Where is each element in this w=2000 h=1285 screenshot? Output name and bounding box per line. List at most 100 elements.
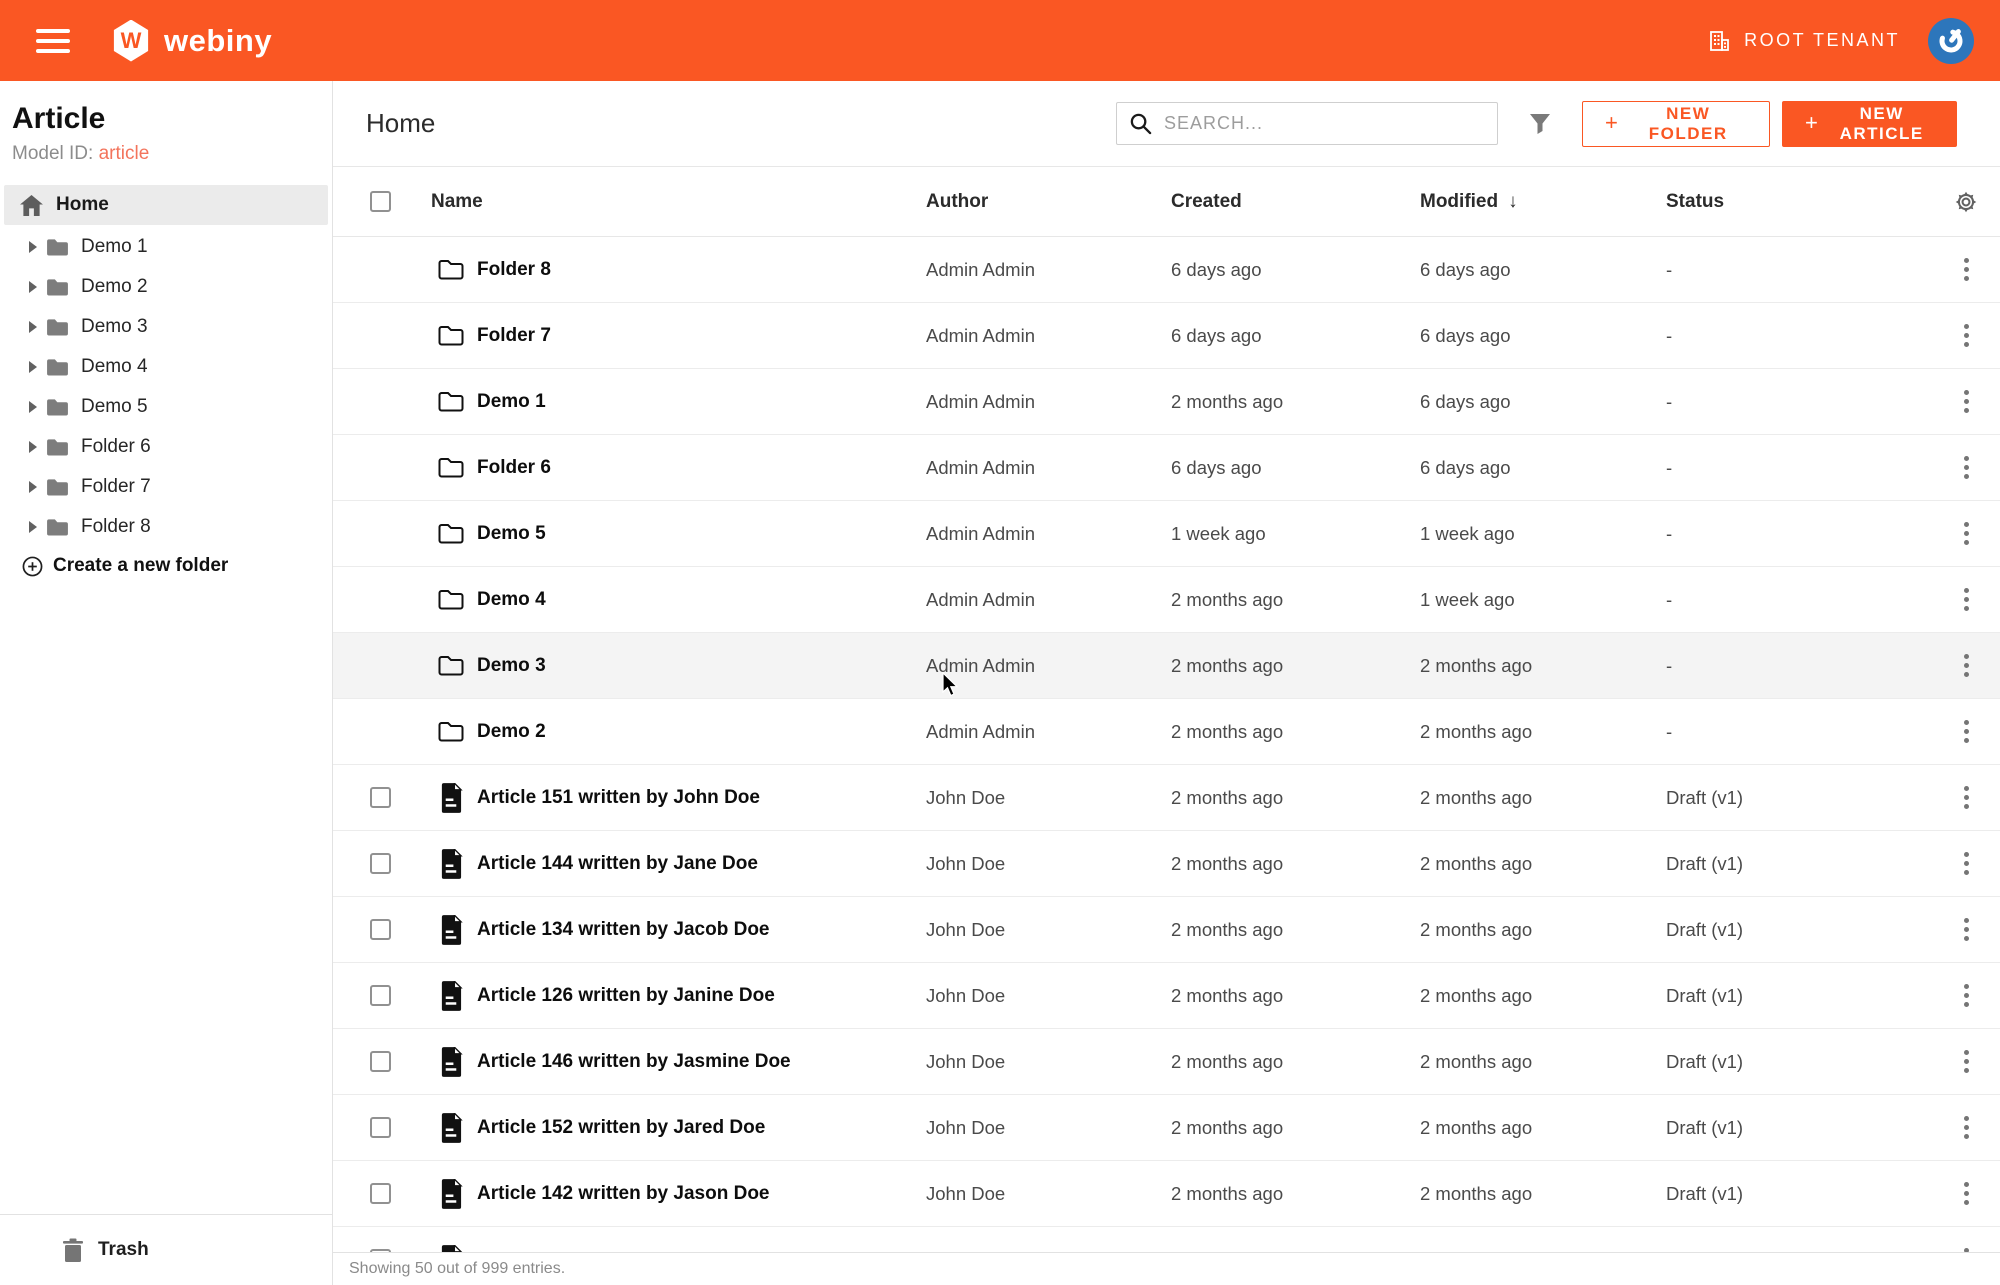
row-menu-kebab-icon[interactable] <box>1958 516 1975 551</box>
chevron-right-icon[interactable] <box>28 401 38 413</box>
table-row-article-134-written-by-jacob-doe[interactable]: Article 134 written by Jacob Doe John Do… <box>333 897 2000 963</box>
row-checkbox[interactable] <box>370 1051 391 1072</box>
folder-outline-icon <box>438 457 464 478</box>
table-row-article-142-written-by-jason-doe[interactable]: Article 142 written by Jason Doe John Do… <box>333 1161 2000 1227</box>
table-row-folder-8[interactable]: Folder 8 Admin Admin 6 days ago 6 days a… <box>333 237 2000 303</box>
entry-name[interactable]: Article 142 written by Jason Doe <box>477 1183 770 1205</box>
sidebar-tree-item-demo-2[interactable]: Demo 2 <box>0 267 332 307</box>
create-folder-label: Create a new folder <box>53 555 228 577</box>
table-row-article-152-written-by-jared-doe[interactable]: Article 152 written by Jared Doe John Do… <box>333 1095 2000 1161</box>
entry-author: Admin Admin <box>926 589 1171 611</box>
entry-name[interactable]: Demo 2 <box>477 721 546 743</box>
entry-author: Admin Admin <box>926 523 1171 545</box>
table-row-demo-3[interactable]: Demo 3 Admin Admin 2 months ago 2 months… <box>333 633 2000 699</box>
row-menu-kebab-icon[interactable] <box>1958 318 1975 353</box>
table-row-demo-1[interactable]: Demo 1 Admin Admin 2 months ago 6 days a… <box>333 369 2000 435</box>
sidebar-tree-item-demo-5[interactable]: Demo 5 <box>0 387 332 427</box>
table-row-article-151-written-by-john-doe[interactable]: Article 151 written by John Doe John Doe… <box>333 765 2000 831</box>
model-id-value[interactable]: article <box>99 143 150 164</box>
chevron-right-icon[interactable] <box>28 361 38 373</box>
column-header-modified[interactable]: Modified ↓ <box>1420 191 1666 213</box>
table-row-demo-4[interactable]: Demo 4 Admin Admin 2 months ago 1 week a… <box>333 567 2000 633</box>
select-all-checkbox[interactable] <box>370 191 391 212</box>
row-menu-kebab-icon[interactable] <box>1958 384 1975 419</box>
chevron-right-icon[interactable] <box>28 441 38 453</box>
sidebar-tree-item-demo-4[interactable]: Demo 4 <box>0 347 332 387</box>
column-header-status[interactable]: Status <box>1666 191 1932 213</box>
row-menu-kebab-icon[interactable] <box>1958 252 1975 287</box>
entry-name[interactable]: Article 126 written by Janine Doe <box>477 985 775 1007</box>
sidebar-tree-item-demo-1[interactable]: Demo 1 <box>0 227 332 267</box>
row-checkbox[interactable] <box>370 853 391 874</box>
tenant-selector[interactable]: ROOT TENANT <box>1707 29 1900 53</box>
entry-name[interactable]: Article 144 written by Jane Doe <box>477 853 758 875</box>
folder-filled-icon <box>46 318 69 336</box>
sidebar-tree-item-folder-7[interactable]: Folder 7 <box>0 467 332 507</box>
entry-name[interactable]: Article 134 written by Jacob Doe <box>477 919 770 941</box>
chevron-right-icon[interactable] <box>28 481 38 493</box>
entry-name[interactable]: Demo 3 <box>477 655 546 677</box>
row-menu-kebab-icon[interactable] <box>1958 450 1975 485</box>
row-menu-kebab-icon[interactable] <box>1958 1044 1975 1079</box>
row-menu-kebab-icon[interactable] <box>1958 1176 1975 1211</box>
table-row-demo-5[interactable]: Demo 5 Admin Admin 1 week ago 1 week ago… <box>333 501 2000 567</box>
hamburger-menu-icon[interactable] <box>36 29 70 53</box>
search-input[interactable] <box>1164 113 1485 134</box>
entry-list: Folder 8 Admin Admin 6 days ago 6 days a… <box>333 237 2000 1252</box>
entry-modified: 2 months ago <box>1420 721 1666 743</box>
entry-name[interactable]: Demo 5 <box>477 523 546 545</box>
sidebar-tree-item-folder-8[interactable]: Folder 8 <box>0 507 332 547</box>
table-row-article-126-written-by-janine-doe[interactable]: Article 126 written by Janine Doe John D… <box>333 963 2000 1029</box>
entry-name[interactable]: Article 146 written by Jasmine Doe <box>477 1051 791 1073</box>
entry-created: 2 months ago <box>1171 787 1420 809</box>
column-header-name[interactable]: Name <box>401 191 926 213</box>
entry-name[interactable]: Article 152 written by Jared Doe <box>477 1117 765 1139</box>
sidebar-item-home[interactable]: Home <box>4 185 328 225</box>
new-folder-button[interactable]: + NEW FOLDER <box>1582 101 1770 147</box>
row-menu-kebab-icon[interactable] <box>1958 582 1975 617</box>
table-row-partial[interactable] <box>333 1227 2000 1252</box>
table-row-folder-6[interactable]: Folder 6 Admin Admin 6 days ago 6 days a… <box>333 435 2000 501</box>
entry-name[interactable]: Folder 8 <box>477 259 551 281</box>
row-checkbox[interactable] <box>370 919 391 940</box>
row-checkbox[interactable] <box>370 787 391 808</box>
chevron-right-icon[interactable] <box>28 241 38 253</box>
entry-name[interactable]: Folder 6 <box>477 457 551 479</box>
chevron-right-icon[interactable] <box>28 521 38 533</box>
table-row-article-146-written-by-jasmine-doe[interactable]: Article 146 written by Jasmine Doe John … <box>333 1029 2000 1095</box>
table-row-folder-7[interactable]: Folder 7 Admin Admin 6 days ago 6 days a… <box>333 303 2000 369</box>
entry-name[interactable]: Article 151 written by John Doe <box>477 787 760 809</box>
row-menu-kebab-icon[interactable] <box>1958 978 1975 1013</box>
row-menu-kebab-icon[interactable] <box>1958 648 1975 683</box>
new-article-button[interactable]: + NEW ARTICLE <box>1782 101 1957 147</box>
row-checkbox[interactable] <box>370 985 391 1006</box>
entry-name[interactable]: Demo 4 <box>477 589 546 611</box>
entry-name[interactable]: Folder 7 <box>477 325 551 347</box>
entry-name[interactable]: Demo 1 <box>477 391 546 413</box>
gear-icon[interactable] <box>1953 189 1979 215</box>
row-menu-kebab-icon[interactable] <box>1958 1242 1975 1252</box>
row-checkbox[interactable] <box>370 1117 391 1138</box>
row-menu-kebab-icon[interactable] <box>1958 846 1975 881</box>
row-menu-kebab-icon[interactable] <box>1958 714 1975 749</box>
entry-author: John Doe <box>926 787 1171 809</box>
chevron-right-icon[interactable] <box>28 321 38 333</box>
entry-author: John Doe <box>926 1051 1171 1073</box>
row-checkbox[interactable] <box>370 1183 391 1204</box>
table-row-demo-2[interactable]: Demo 2 Admin Admin 2 months ago 2 months… <box>333 699 2000 765</box>
entry-created: 2 months ago <box>1171 1117 1420 1139</box>
sidebar-tree-item-folder-6[interactable]: Folder 6 <box>0 427 332 467</box>
table-row-article-144-written-by-jane-doe[interactable]: Article 144 written by Jane Doe John Doe… <box>333 831 2000 897</box>
entry-modified: 2 months ago <box>1420 919 1666 941</box>
trash-button[interactable]: Trash <box>0 1214 332 1285</box>
sidebar-tree-item-demo-3[interactable]: Demo 3 <box>0 307 332 347</box>
create-folder-button[interactable]: Create a new folder <box>22 555 332 577</box>
user-avatar[interactable] <box>1928 18 1974 64</box>
column-header-author[interactable]: Author <box>926 191 1171 213</box>
column-header-created[interactable]: Created <box>1171 191 1420 213</box>
row-menu-kebab-icon[interactable] <box>1958 1110 1975 1145</box>
row-menu-kebab-icon[interactable] <box>1958 780 1975 815</box>
filter-button[interactable] <box>1528 112 1552 136</box>
chevron-right-icon[interactable] <box>28 281 38 293</box>
row-menu-kebab-icon[interactable] <box>1958 912 1975 947</box>
